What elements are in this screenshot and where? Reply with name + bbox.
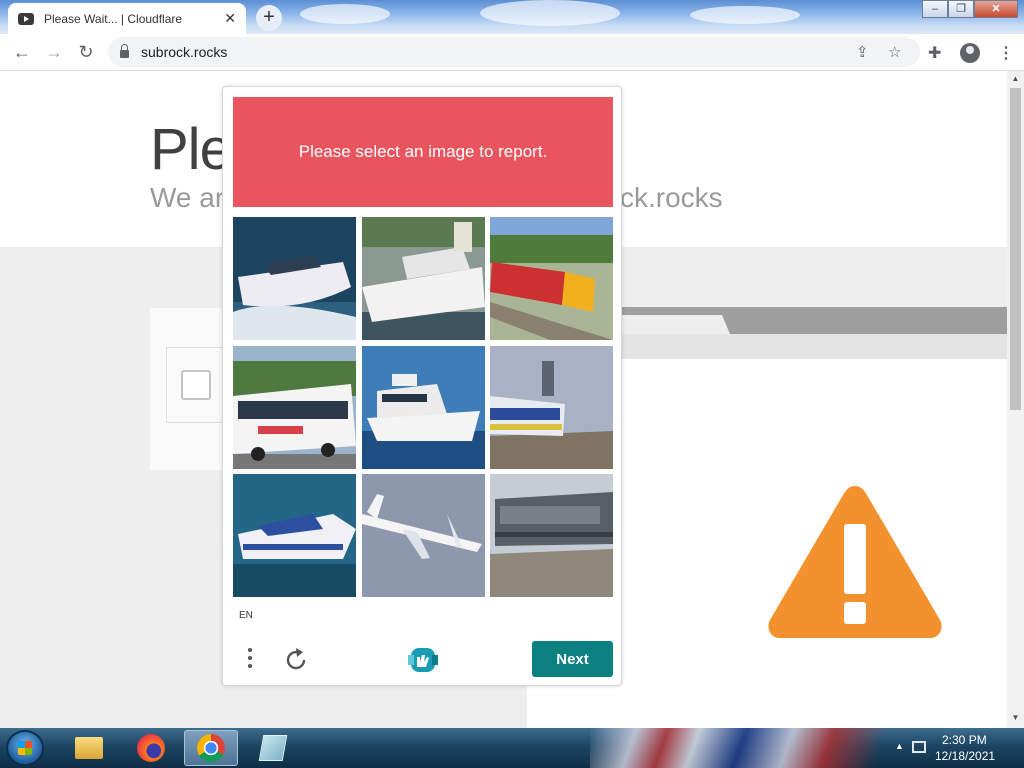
close-window-button[interactable]: ✕: [974, 0, 1018, 18]
wallpaper-fragment: [590, 728, 890, 768]
page-subheading-left: We ar: [150, 182, 225, 213]
clock-time[interactable]: 2:30 PM: [942, 733, 987, 747]
image-tile-yacht-sea[interactable]: [362, 346, 485, 469]
menu-dots-icon[interactable]: [244, 645, 256, 675]
start-button[interactable]: [6, 730, 44, 766]
share-icon[interactable]: ⇪: [856, 43, 869, 61]
scroll-up-icon[interactable]: ▲: [1007, 74, 1024, 83]
reload-icon[interactable]: ↻: [75, 42, 97, 63]
minimize-button[interactable]: –: [922, 0, 948, 18]
back-arrow-icon[interactable]: ←: [11, 42, 33, 63]
human-verify-checkbox[interactable]: [181, 370, 211, 400]
window-controls: – ❐ ✕: [922, 0, 1018, 18]
new-tab-button[interactable]: +: [256, 5, 282, 31]
captcha-prompt: Please select an image to report.: [233, 97, 613, 207]
next-button[interactable]: Next: [532, 641, 613, 677]
image-tile-bus[interactable]: [233, 346, 356, 469]
windows-logo-icon: [18, 741, 32, 755]
red-locomotive-image: [490, 217, 613, 340]
scroll-down-icon[interactable]: ▼: [1007, 713, 1024, 722]
airplane-image: [362, 474, 485, 597]
progress-notch: [622, 315, 730, 334]
page-heading: Ple: [150, 117, 232, 182]
scrollbar-thumb[interactable]: [1010, 88, 1021, 410]
blue-train-image: [490, 346, 613, 469]
app-icon: [258, 735, 288, 761]
clock-date[interactable]: 12/18/2021: [935, 749, 995, 763]
tab-title: Please Wait... | Cloudflare: [44, 11, 183, 26]
sky-cloud: [690, 6, 800, 24]
speedboat-image: [233, 217, 356, 340]
menu-kebab-icon[interactable]: ⋮: [998, 43, 1014, 63]
motorboat-image: [233, 474, 356, 597]
profile-avatar-icon[interactable]: [960, 43, 980, 63]
image-tile-yacht-harbor[interactable]: [362, 217, 485, 340]
image-tile-motorboat[interactable]: [233, 474, 356, 597]
firefox-icon: [137, 734, 165, 762]
taskbar-firefox[interactable]: [124, 730, 178, 766]
page-subheading-right: ck.rocks: [620, 182, 723, 213]
browser-tab[interactable]: Please Wait... | Cloudflare ✕: [8, 3, 246, 34]
bookmark-star-icon[interactable]: ☆: [888, 43, 901, 61]
windows-taskbar: ▲ 2:30 PM 12/18/2021: [0, 728, 1024, 768]
progress-band: [622, 334, 1007, 359]
youtube-favicon-icon: [18, 12, 34, 25]
extensions-puzzle-icon[interactable]: ✚: [928, 43, 941, 63]
network-icon[interactable]: [912, 741, 926, 753]
folder-icon: [75, 737, 103, 759]
taskbar-chrome[interactable]: [184, 730, 238, 766]
forward-arrow-icon[interactable]: →: [43, 42, 65, 63]
gray-locomotive-image: [490, 474, 613, 597]
image-tile-speedboat[interactable]: [233, 217, 356, 340]
system-tray: ▲ 2:30 PM 12/18/2021: [890, 728, 1024, 768]
browser-toolbar: ← → ↻ subrock.rocks ⇪ ☆ ✚ ⋮: [0, 34, 1024, 71]
sky-cloud: [480, 0, 620, 26]
browser-tab-strip: Please Wait... | Cloudflare ✕ + – ❐ ✕: [0, 0, 1024, 34]
image-tile-airplane[interactable]: [362, 474, 485, 597]
bus-image: [233, 346, 356, 469]
warning-triangle-icon: [768, 486, 942, 638]
page-scrollbar[interactable]: ▲ ▼: [1007, 71, 1024, 728]
image-tile-gray-locomotive[interactable]: [490, 474, 613, 597]
show-hidden-icons-icon[interactable]: ▲: [895, 741, 904, 751]
tab-close-icon[interactable]: ✕: [224, 10, 236, 27]
chrome-icon: [197, 734, 225, 762]
restore-button[interactable]: ❐: [948, 0, 974, 18]
hcaptcha-logo-icon[interactable]: [406, 643, 440, 677]
url-text: subrock.rocks: [141, 44, 228, 60]
yacht-harbor-image: [362, 217, 485, 340]
hcaptcha-challenge: Please select an image to report. EN Nex…: [222, 86, 622, 686]
sky-cloud: [300, 4, 390, 24]
lock-icon[interactable]: [120, 44, 129, 58]
address-bar[interactable]: subrock.rocks ⇪ ☆: [108, 37, 920, 67]
language-selector[interactable]: EN: [239, 610, 253, 621]
image-tile-blue-train[interactable]: [490, 346, 613, 469]
taskbar-file-explorer[interactable]: [62, 730, 116, 766]
refresh-icon[interactable]: [283, 647, 309, 673]
image-tile-red-locomotive[interactable]: [490, 217, 613, 340]
taskbar-app[interactable]: [246, 730, 300, 766]
yacht-sea-image: [362, 346, 485, 469]
